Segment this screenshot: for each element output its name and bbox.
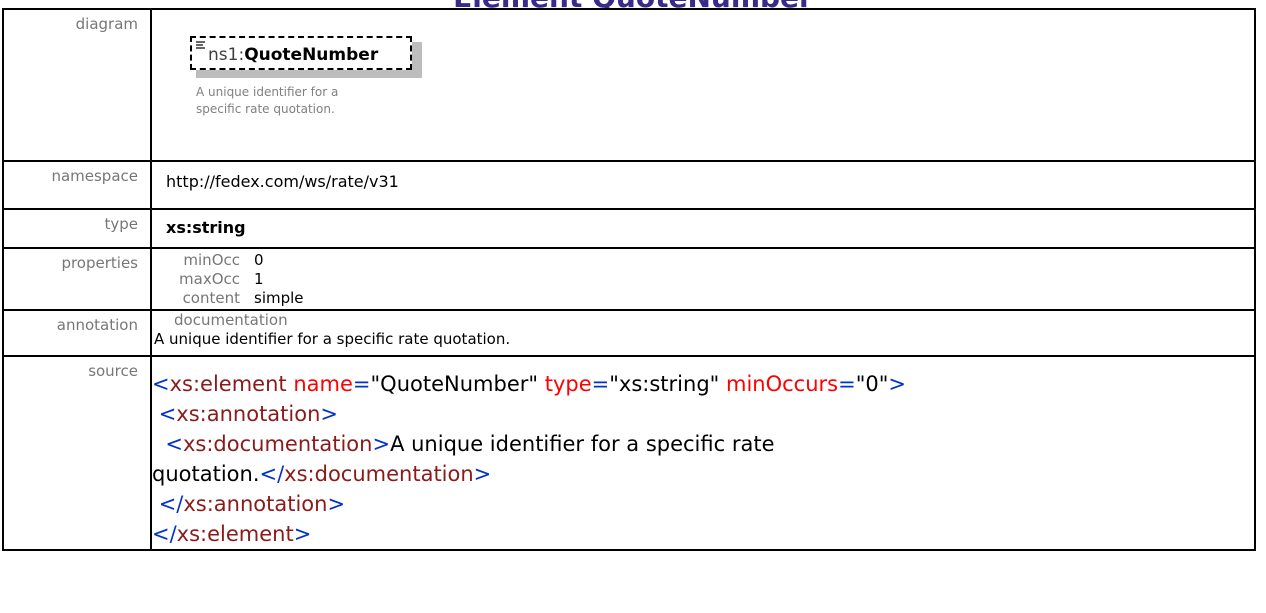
element-detail-table: diagram ns1:QuoteNumber A unique identif… — [2, 8, 1256, 551]
source-line: </xs:annotation> — [152, 489, 1254, 519]
source-token: </ — [158, 492, 184, 516]
namespace-label: namespace — [2, 160, 152, 210]
properties-cell: minOcc 0 maxOcc 1 content simple — [150, 247, 1256, 311]
element-local-name: QuoteNumber — [244, 45, 379, 65]
source-token: xs:element — [169, 372, 287, 396]
type-label: type — [2, 208, 152, 249]
element-box[interactable]: ns1:QuoteNumber — [190, 36, 412, 70]
source-token: > — [327, 492, 346, 516]
property-key: maxOcc — [179, 270, 240, 288]
element-documentation: A unique identifier for a specific rate … — [196, 85, 339, 116]
source-code: <xs:element name="QuoteNumber" type="xs:… — [152, 369, 1254, 549]
diagram-row: diagram ns1:QuoteNumber A unique identif… — [2, 8, 1256, 162]
source-token: "QuoteNumber" — [370, 372, 539, 396]
property-value: simple — [254, 289, 304, 307]
documentation-lines-icon — [196, 41, 205, 49]
property-key: minOcc — [183, 251, 240, 269]
source-token: > — [372, 432, 391, 456]
source-label: source — [2, 355, 152, 551]
source-row: source <xs:element name="QuoteNumber" ty… — [2, 355, 1256, 551]
namespace-cell: http://fedex.com/ws/rate/v31 — [150, 160, 1256, 210]
property-value: 0 — [254, 251, 264, 269]
source-token: = — [352, 372, 371, 396]
diagram-cell: ns1:QuoteNumber A unique identifier for … — [150, 8, 1256, 162]
source-token: quotation. — [152, 462, 260, 486]
source-token: < — [158, 402, 177, 426]
source-token: </ — [152, 522, 177, 546]
source-line: </xs:element> — [152, 519, 1254, 549]
source-token: < — [165, 432, 183, 456]
annotation-cell: documentation A unique identifier for a … — [150, 309, 1256, 357]
source-cell: <xs:element name="QuoteNumber" type="xs:… — [150, 355, 1256, 551]
source-token: > — [473, 462, 492, 486]
source-token: = — [838, 372, 856, 396]
source-token: > — [888, 372, 907, 396]
annotation-value: A unique identifier for a specific rate … — [154, 330, 511, 348]
source-token: A unique identifier for a specific rate — [390, 432, 775, 456]
property-value: 1 — [254, 270, 264, 288]
element-name: ns1:QuoteNumber — [208, 45, 378, 65]
source-token: name — [293, 372, 353, 396]
namespace-row: namespace http://fedex.com/ws/rate/v31 — [2, 160, 1256, 210]
source-token: type — [544, 372, 592, 396]
source-token: "0" — [855, 372, 889, 396]
annotation-label: annotation — [2, 309, 152, 357]
properties-grid: minOcc 0 maxOcc 1 content simple — [152, 251, 1254, 308]
type-value[interactable]: xs:string — [166, 210, 1254, 237]
source-token: > — [293, 522, 312, 546]
source-line: <xs:documentation>A unique identifier fo… — [152, 429, 1254, 459]
annotation-row: annotation documentation A unique identi… — [2, 309, 1256, 357]
source-token: xs:documentation — [284, 462, 474, 486]
namespace-value: http://fedex.com/ws/rate/v31 — [166, 172, 399, 191]
source-token: </ — [259, 462, 285, 486]
diagram-label: diagram — [2, 8, 152, 162]
source-line: quotation.</xs:documentation> — [152, 459, 1254, 489]
type-cell: xs:string — [150, 208, 1256, 249]
source-token: xs:annotation — [176, 402, 321, 426]
source-token: xs:annotation — [183, 492, 328, 516]
source-token: xs:element — [176, 522, 294, 546]
source-token: xs:documentation — [182, 432, 373, 456]
properties-label: properties — [2, 247, 152, 311]
source-line: <xs:annotation> — [152, 399, 1254, 429]
source-token: "xs:string" — [609, 372, 720, 396]
source-token: minOccurs — [726, 372, 839, 396]
type-row: type xs:string — [2, 208, 1256, 249]
source-token: < — [152, 372, 170, 396]
element-diagram[interactable]: ns1:QuoteNumber A unique identifier for … — [190, 36, 422, 136]
property-key: content — [182, 289, 240, 307]
source-line: <xs:element name="QuoteNumber" type="xs:… — [152, 369, 1254, 399]
source-token: = — [591, 372, 610, 396]
element-prefix: ns1: — [208, 45, 245, 65]
properties-row: properties minOcc 0 maxOcc 1 content sim… — [2, 247, 1256, 311]
annotation-key: documentation — [174, 311, 288, 329]
source-token: > — [320, 402, 339, 426]
